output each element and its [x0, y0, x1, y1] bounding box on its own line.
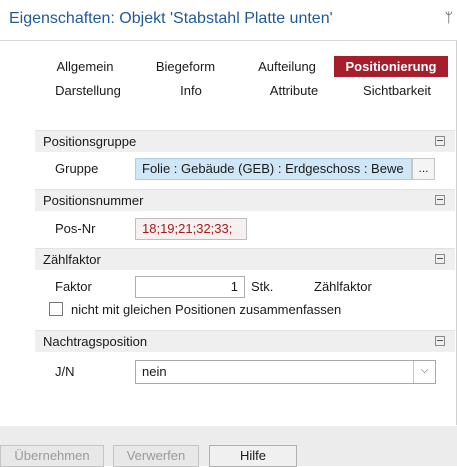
faktor-unit: Stk.	[251, 279, 274, 294]
tab-info[interactable]: Info	[172, 80, 210, 101]
jn-selected-value: nein	[142, 364, 167, 379]
combine-positions-label: nicht mit gleichen Positionen zusammenfa…	[71, 302, 342, 317]
tab-aufteilung[interactable]: Aufteilung	[250, 56, 324, 77]
section-title: Positionsgruppe	[43, 134, 137, 149]
pin-icon[interactable]: ᛘ	[445, 9, 453, 25]
section-title: Positionsnummer	[43, 193, 144, 208]
section-nachtragsposition[interactable]: Nachtragsposition	[35, 330, 455, 352]
title-bar: Eigenschaften: Objekt 'Stabstahl Platte …	[0, 0, 457, 40]
section-positionsgruppe[interactable]: Positionsgruppe	[35, 130, 455, 152]
collapse-icon[interactable]	[435, 254, 445, 264]
section-title: Zählfaktor	[43, 252, 101, 267]
window-title: Eigenschaften: Objekt 'Stabstahl Platte …	[9, 10, 333, 27]
collapse-icon[interactable]	[435, 136, 445, 146]
combine-positions-checkbox[interactable]	[49, 302, 63, 316]
posnr-label: Pos-Nr	[55, 221, 96, 236]
discard-button[interactable]: Verwerfen	[113, 445, 199, 467]
faktor-label: Faktor	[55, 279, 92, 294]
dialog-footer: Übernehmen Verwerfen Hilfe	[0, 426, 457, 467]
collapse-icon[interactable]	[435, 336, 445, 346]
tab-sichtbarkeit[interactable]: Sichtbarkeit	[358, 80, 436, 101]
gruppe-browse-button[interactable]: ...	[412, 158, 435, 180]
faktor-input[interactable]: 1	[135, 276, 245, 298]
section-zaehlfaktor[interactable]: Zählfaktor	[35, 248, 455, 270]
help-button[interactable]: Hilfe	[209, 445, 297, 467]
apply-button[interactable]: Übernehmen	[0, 445, 104, 467]
collapse-icon[interactable]	[435, 195, 445, 205]
tab-allgemein[interactable]: Allgemein	[50, 56, 120, 77]
gruppe-field[interactable]: Folie : Gebäude (GEB) : Erdgeschoss : Be…	[135, 158, 412, 180]
chevron-down-icon[interactable]: ⌵	[413, 361, 435, 383]
jn-label: J/N	[55, 364, 75, 379]
jn-select[interactable]: nein ⌵	[135, 360, 436, 384]
tab-positionierung[interactable]: Positionierung	[334, 56, 448, 77]
section-positionsnummer[interactable]: Positionsnummer	[35, 189, 455, 211]
gruppe-label: Gruppe	[55, 161, 99, 176]
posnr-field[interactable]: 18;19;21;32;33;	[135, 218, 247, 240]
tab-biegeform[interactable]: Biegeform	[148, 56, 223, 77]
zaehlfaktor-label: Zählfaktor	[314, 279, 372, 294]
tab-darstellung[interactable]: Darstellung	[48, 80, 128, 101]
tab-attribute[interactable]: Attribute	[263, 80, 325, 101]
section-title: Nachtragsposition	[43, 334, 148, 349]
